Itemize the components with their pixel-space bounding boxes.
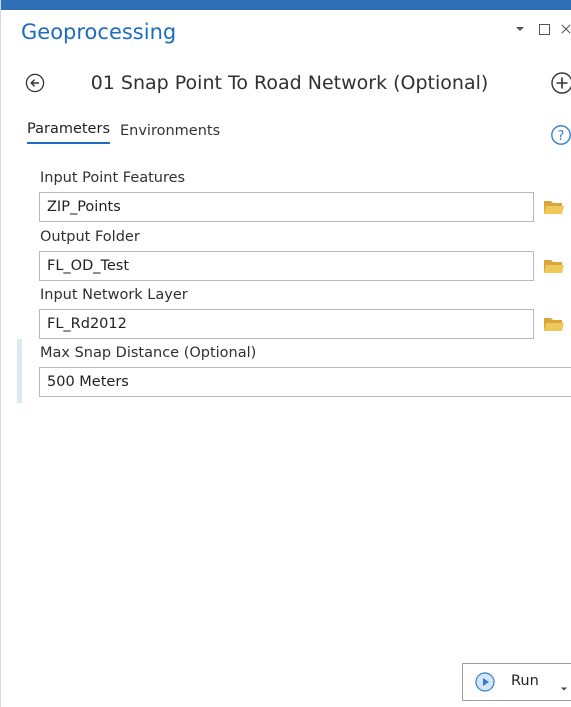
title-bar-divider [1, 10, 571, 12]
run-button-label: Run [511, 673, 539, 689]
folder-icon[interactable] [543, 257, 565, 275]
tool-title: 01 Snap Point To Road Network (Optional) [90, 72, 489, 94]
maximize-icon[interactable] [537, 22, 551, 36]
run-button[interactable]: Run [462, 663, 571, 701]
pane-title: Geoprocessing [21, 20, 177, 44]
folder-icon[interactable] [543, 315, 565, 333]
tab-parameters[interactable]: Parameters [27, 121, 110, 144]
run-options-chevron-icon[interactable] [560, 678, 568, 691]
title-bar-accent [1, 0, 571, 10]
param-label: Max Snap Distance (Optional) [40, 345, 257, 361]
input-point-features-field[interactable]: ZIP_Points [39, 192, 534, 222]
tab-environments[interactable]: Environments [120, 123, 220, 144]
close-icon[interactable] [561, 22, 571, 36]
plus-circle-icon[interactable] [548, 71, 571, 95]
active-param-indicator [17, 339, 22, 403]
chevron-down-icon[interactable] [513, 22, 527, 36]
geoprocessing-pane: Geoprocessing 01 Snap Point To Road Netw… [0, 0, 571, 707]
svg-text:?: ? [558, 129, 565, 144]
folder-icon[interactable] [543, 198, 565, 216]
window-controls [513, 22, 571, 36]
param-label: Output Folder [40, 229, 140, 245]
max-snap-distance-field[interactable]: 500 Meters [39, 367, 571, 397]
param-label: Input Point Features [40, 170, 186, 186]
param-label: Input Network Layer [40, 287, 188, 303]
tool-nav-row: 01 Snap Point To Road Network (Optional) [1, 62, 571, 102]
play-icon [475, 672, 495, 692]
input-network-layer-field[interactable]: FL_Rd2012 [39, 309, 534, 339]
output-folder-field[interactable]: FL_OD_Test [39, 251, 534, 281]
tab-bar: Parameters Environments [27, 121, 220, 144]
help-icon[interactable]: ? [549, 124, 571, 146]
